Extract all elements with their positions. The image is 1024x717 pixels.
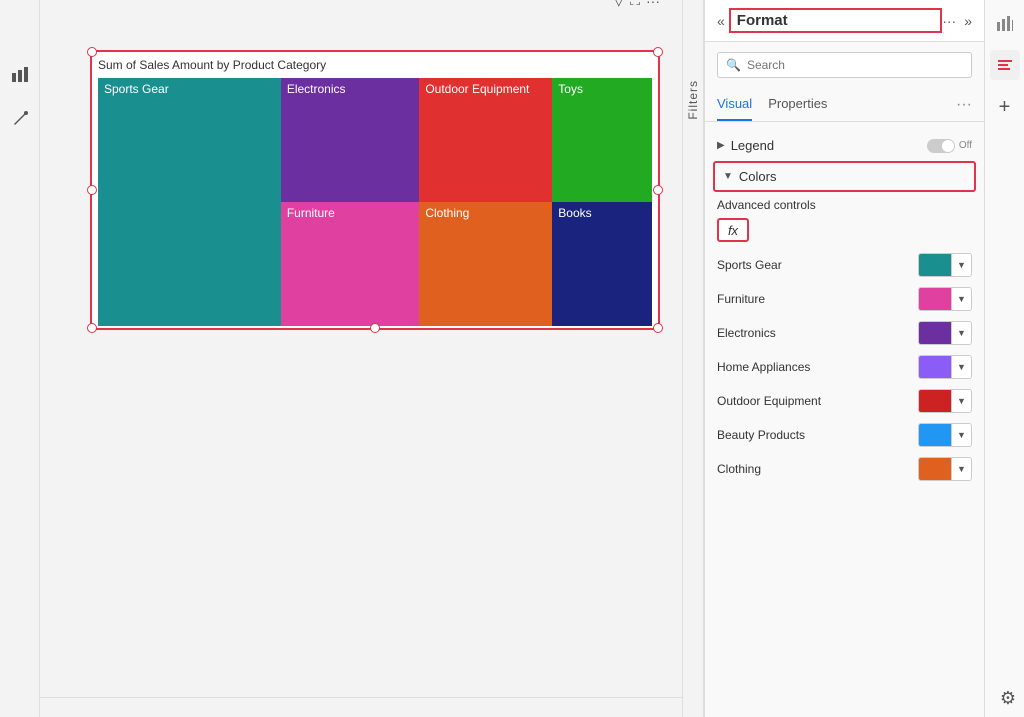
panel-title: Format bbox=[729, 8, 942, 33]
resize-handle-bl[interactable] bbox=[87, 323, 97, 333]
color-item-beauty: Beauty Products ▼ bbox=[705, 418, 984, 452]
resize-handle-tl[interactable] bbox=[87, 47, 97, 57]
panel-tabs: Visual Properties ··· bbox=[705, 88, 984, 122]
search-input[interactable] bbox=[747, 58, 963, 72]
clothing-dropdown[interactable]: ▼ bbox=[951, 458, 971, 480]
home-appliances-label: Home Appliances bbox=[717, 360, 910, 374]
color-item-sports-gear: Sports Gear ▼ bbox=[705, 248, 984, 282]
sports-gear-dropdown[interactable]: ▼ bbox=[951, 254, 971, 276]
advanced-controls: Advanced controls fx bbox=[705, 192, 984, 248]
search-icon: 🔍 bbox=[726, 58, 741, 72]
filters-label: Filters bbox=[686, 80, 700, 120]
sports-gear-swatch-container[interactable]: ▼ bbox=[918, 253, 972, 277]
panel-content: ▶ Legend Off ▼ Colors Advanced controls … bbox=[705, 122, 984, 717]
home-appliances-swatch-container[interactable]: ▼ bbox=[918, 355, 972, 379]
legend-chevron: ▶ bbox=[717, 140, 725, 151]
color-item-home-appliances: Home Appliances ▼ bbox=[705, 350, 984, 384]
furniture-label: Furniture bbox=[717, 292, 910, 306]
add-icon[interactable]: + bbox=[990, 92, 1020, 122]
advanced-controls-label: Advanced controls bbox=[717, 198, 972, 212]
chart-title: Sum of Sales Amount by Product Category bbox=[98, 58, 652, 72]
treemap-cell-electronics[interactable]: Electronics bbox=[281, 78, 420, 202]
beauty-dropdown[interactable]: ▼ bbox=[951, 424, 971, 446]
resize-handle-bm[interactable] bbox=[370, 323, 380, 333]
electronics-label: Electronics bbox=[717, 326, 910, 340]
collapse-button[interactable]: « bbox=[717, 13, 725, 29]
more-options-icon[interactable]: ··· bbox=[646, 0, 660, 9]
focus-icon[interactable]: ⛶ bbox=[630, 0, 640, 9]
resize-handle-mr[interactable] bbox=[653, 185, 663, 195]
treemap-cell-outdoor[interactable]: Outdoor Equipment bbox=[419, 78, 552, 202]
treemap-cell-clothing[interactable]: Clothing bbox=[419, 202, 552, 326]
outdoor-dropdown[interactable]: ▼ bbox=[951, 390, 971, 412]
treemap-cell-toys[interactable]: Toys bbox=[552, 78, 652, 202]
colors-label: Colors bbox=[739, 169, 966, 184]
clothing-swatch bbox=[919, 458, 951, 480]
legend-toggle[interactable]: Off bbox=[927, 139, 972, 153]
left-toolbar bbox=[0, 0, 40, 717]
canvas-area: ▽ ⛶ ··· Sum of Sales Amount by Product C… bbox=[40, 0, 682, 717]
color-item-clothing: Clothing ▼ bbox=[705, 452, 984, 486]
color-item-furniture: Furniture ▼ bbox=[705, 282, 984, 316]
legend-label: Legend bbox=[731, 138, 927, 153]
resize-handle-br[interactable] bbox=[653, 323, 663, 333]
filters-sidebar: Filters bbox=[682, 0, 704, 717]
outdoor-label: Outdoor Equipment bbox=[717, 394, 910, 408]
home-appliances-dropdown[interactable]: ▼ bbox=[951, 356, 971, 378]
outdoor-swatch-container[interactable]: ▼ bbox=[918, 389, 972, 413]
tabs-more-icon[interactable]: ··· bbox=[956, 96, 972, 114]
bar-chart-icon[interactable] bbox=[6, 60, 34, 88]
beauty-swatch-container[interactable]: ▼ bbox=[918, 423, 972, 447]
colors-chevron: ▼ bbox=[723, 171, 733, 182]
color-item-outdoor: Outdoor Equipment ▼ bbox=[705, 384, 984, 418]
format-icon[interactable] bbox=[990, 50, 1020, 80]
colors-section-row[interactable]: ▼ Colors bbox=[715, 163, 974, 190]
electronics-swatch-container[interactable]: ▼ bbox=[918, 321, 972, 345]
electronics-dropdown[interactable]: ▼ bbox=[951, 322, 971, 344]
treemap-cell-books[interactable]: Books bbox=[552, 202, 652, 326]
expand-icon[interactable]: » bbox=[964, 13, 972, 29]
furniture-swatch bbox=[919, 288, 951, 310]
beauty-label: Beauty Products bbox=[717, 428, 910, 442]
clothing-label: Clothing bbox=[717, 462, 910, 476]
treemap: Sports Gear Electronics Outdoor Equipmen… bbox=[98, 78, 652, 326]
home-appliances-swatch bbox=[919, 356, 951, 378]
clothing-swatch-container[interactable]: ▼ bbox=[918, 457, 972, 481]
right-panel-icons: + bbox=[984, 0, 1024, 717]
panel-header-icons: ··· » bbox=[942, 13, 972, 29]
treemap-cell-furniture[interactable]: Furniture bbox=[281, 202, 420, 326]
resize-handle-ml[interactable] bbox=[87, 185, 97, 195]
paint-icon[interactable] bbox=[6, 104, 34, 132]
search-box[interactable]: 🔍 bbox=[717, 52, 972, 78]
outdoor-swatch bbox=[919, 390, 951, 412]
chart-toolbar: ▽ ⛶ ··· bbox=[613, 0, 660, 9]
furniture-swatch-container[interactable]: ▼ bbox=[918, 287, 972, 311]
fx-button[interactable]: fx bbox=[717, 218, 749, 242]
format-panel: « Format ··· » 🔍 Visual Properties ··· ▶… bbox=[704, 0, 984, 717]
gear-icon[interactable]: ⚙ bbox=[1000, 688, 1016, 709]
filter-icon[interactable]: ▽ bbox=[613, 0, 624, 9]
sports-gear-swatch bbox=[919, 254, 951, 276]
resize-handle-tr[interactable] bbox=[653, 47, 663, 57]
tab-visual[interactable]: Visual bbox=[717, 88, 752, 121]
color-items-list: Sports Gear ▼ Furniture ▼ Electronics bbox=[705, 248, 984, 486]
beauty-swatch bbox=[919, 424, 951, 446]
more-icon[interactable]: ··· bbox=[942, 13, 956, 29]
color-item-electronics: Electronics ▼ bbox=[705, 316, 984, 350]
panel-header: « Format ··· » bbox=[705, 0, 984, 42]
electronics-swatch bbox=[919, 322, 951, 344]
visualizations-icon[interactable] bbox=[990, 8, 1020, 38]
tab-properties[interactable]: Properties bbox=[768, 88, 827, 121]
status-bar bbox=[40, 697, 682, 717]
legend-section-row[interactable]: ▶ Legend Off bbox=[705, 130, 984, 161]
chart-container: Sum of Sales Amount by Product Category … bbox=[90, 50, 660, 330]
sports-gear-label: Sports Gear bbox=[717, 258, 910, 272]
furniture-dropdown[interactable]: ▼ bbox=[951, 288, 971, 310]
treemap-cell-sports-gear[interactable]: Sports Gear bbox=[98, 78, 281, 326]
colors-section: ▼ Colors bbox=[713, 161, 976, 192]
